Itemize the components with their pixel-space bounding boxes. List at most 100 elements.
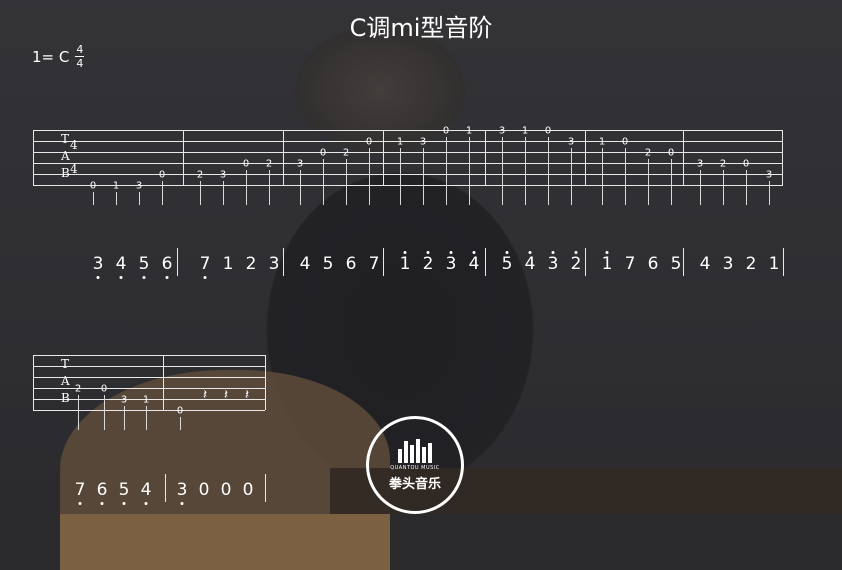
note-number: 3 [176,480,188,500]
note-stem [469,137,470,205]
fret-number: 0 [89,180,97,192]
tab-letter: T [61,132,70,146]
note-stem [180,417,181,430]
bar-line [383,130,384,185]
note-number: 1 [399,254,411,274]
note-stem [671,159,672,205]
note-stem [78,395,79,430]
note-stem [548,137,549,205]
octave-dot-above [551,251,555,254]
octave-dot-above [449,251,453,254]
bar-line [33,130,34,185]
octave-dot-above [605,251,609,254]
octave-dot-below [203,276,207,279]
octave-dot-above [505,251,509,254]
fret-number: 3 [120,394,128,406]
note-stem [769,181,770,205]
fret-number: 3 [419,136,427,148]
bar-line [485,130,486,185]
notation-bar-line [485,248,486,276]
note-number: 6 [161,254,173,274]
note-stem [93,192,94,205]
fret-number: 2 [719,158,727,170]
note-number: 3 [547,254,559,274]
fret-number: 2 [644,147,652,159]
note-number: 2 [245,254,257,274]
fret-number: 3 [765,169,773,181]
octave-dot-below [100,502,104,505]
tab-letter: B [61,391,70,405]
bar-line [782,130,783,185]
note-stem [269,170,270,205]
octave-dot-below [165,276,169,279]
logo-bars-icon [398,438,432,463]
note-stem [146,406,147,430]
bar-line [183,130,184,185]
fret-number: 3 [296,158,304,170]
staff-line [33,141,783,142]
note-number: 5 [118,480,130,500]
notation-bar-line [683,248,684,276]
note-stem [200,181,201,205]
staff-line [33,130,783,131]
note-stem [400,148,401,205]
note-number: 2 [422,254,434,274]
note-stem [723,170,724,205]
fret-number: 0 [442,125,450,137]
note-stem [648,159,649,205]
fret-number: 2 [265,158,273,170]
note-stem [571,148,572,205]
note-stem [246,170,247,205]
fret-number: 0 [667,147,675,159]
note-number: 5 [670,254,682,274]
tab-letter: A [61,149,70,163]
note-stem [124,406,125,430]
notation-bar-line [585,248,586,276]
notation-bar-line [165,474,166,502]
octave-dot-above [574,251,578,254]
note-stem [446,137,447,205]
note-number: 2 [745,254,757,274]
fret-number: 0 [544,125,552,137]
time-denominator: 4 [76,57,84,70]
fret-number: 0 [365,136,373,148]
octave-dot-above [528,251,532,254]
note-number: 6 [647,254,659,274]
notation-bar-line [265,474,266,502]
note-number: 6 [96,480,108,500]
bar-line [265,355,266,410]
note-stem [746,170,747,205]
octave-dot-below [78,502,82,505]
notation-bar-line [283,248,284,276]
fret-number: 0 [100,383,108,395]
note-number: 1 [222,254,234,274]
note-number: 3 [722,254,734,274]
note-number: 5 [501,254,513,274]
time-numerator: 4 [76,43,84,56]
fret-number: 3 [696,158,704,170]
note-stem [162,181,163,205]
note-stem [116,192,117,205]
fret-number: 3 [498,125,506,137]
note-number: 6 [345,254,357,274]
note-stem [369,148,370,205]
time-signature: 4 4 [75,43,85,70]
note-stem [104,395,105,430]
octave-dot-above [426,251,430,254]
note-number: 4 [299,254,311,274]
octave-dot-above [403,251,407,254]
fret-number: 2 [74,383,82,395]
fret-number: 0 [319,147,327,159]
note-number: 7 [368,254,380,274]
bar-line [33,355,34,410]
key-signature: 1= C 4 4 [32,43,85,70]
note-number: 3 [445,254,457,274]
rest-symbol: 𝄽 [202,387,208,403]
page-title: C调mi型音阶 [349,14,493,42]
note-number: 3 [268,254,280,274]
note-number: 3 [92,254,104,274]
octave-dot-below [142,276,146,279]
bar-line [683,130,684,185]
octave-dot-below [180,502,184,505]
fret-number: 0 [158,169,166,181]
